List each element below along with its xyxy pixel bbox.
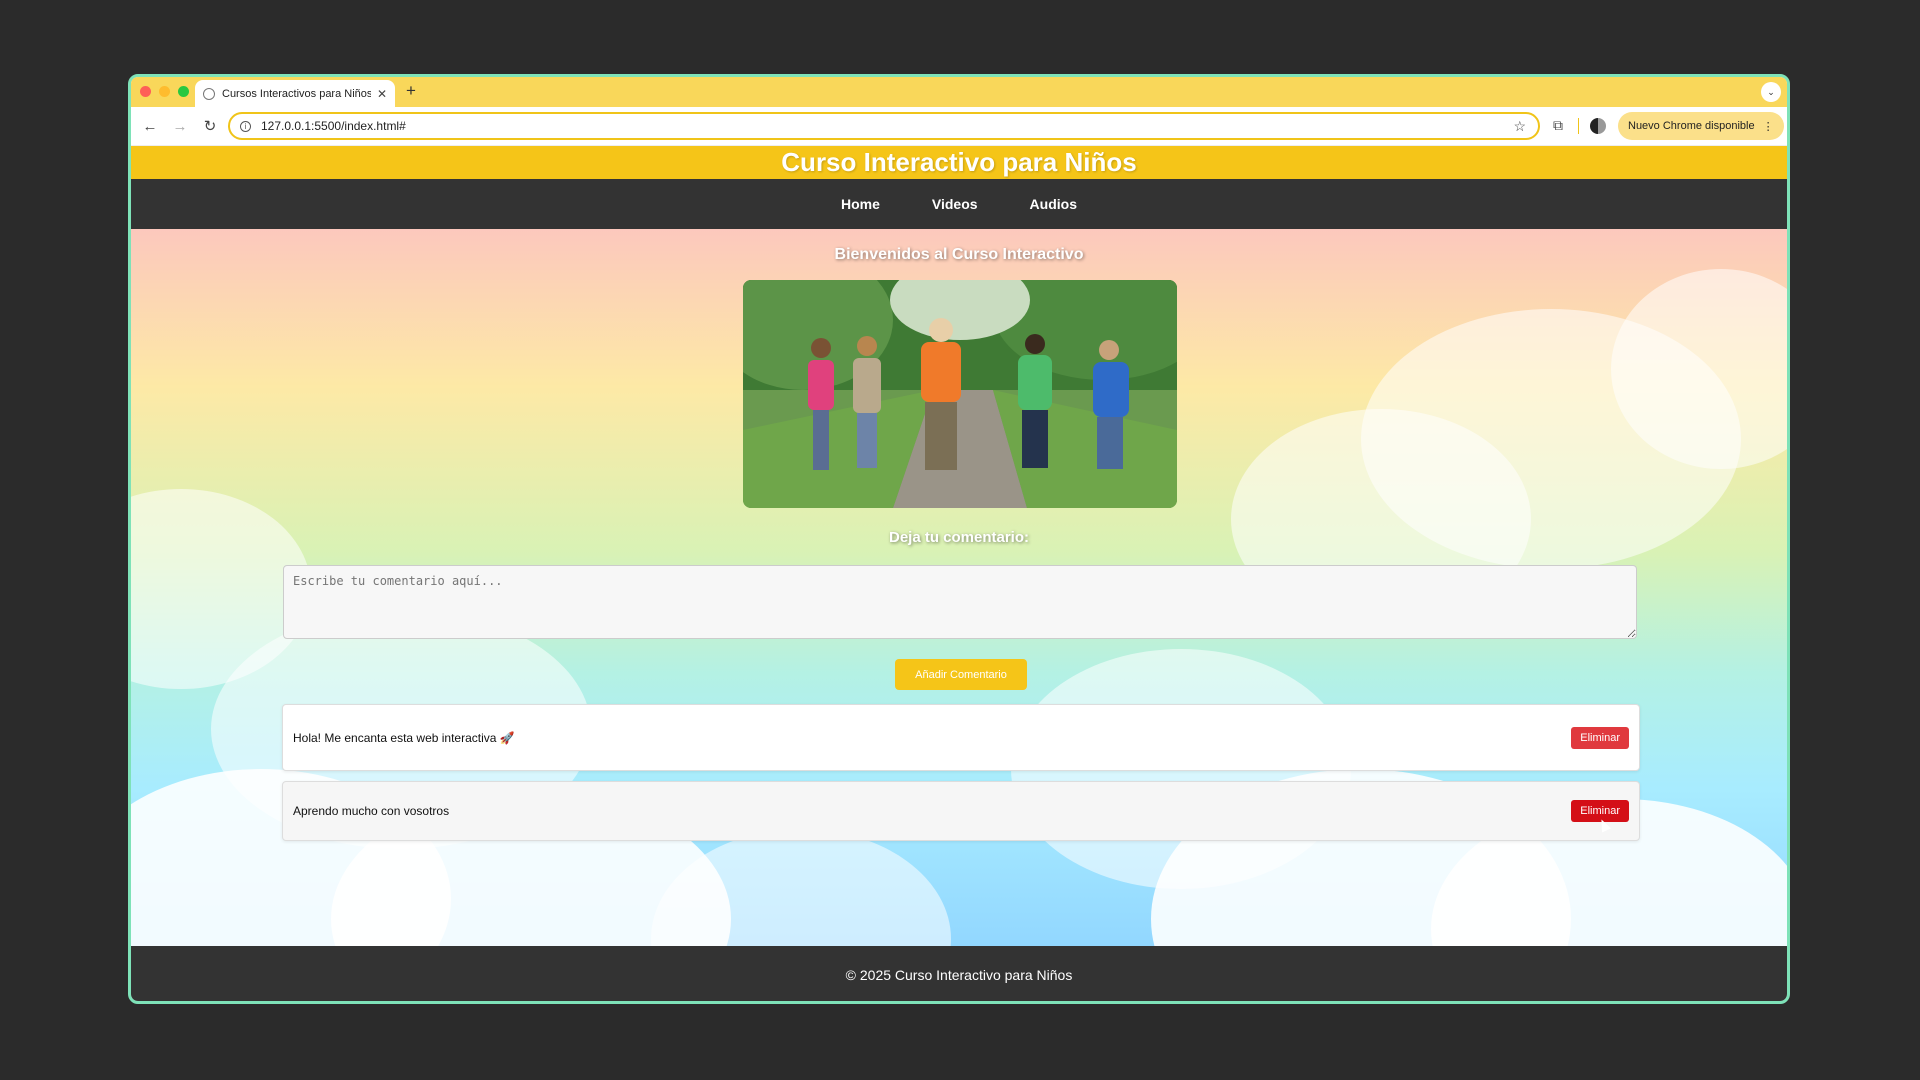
menu-dots-icon[interactable]: ⋮ [1763, 120, 1774, 133]
web-page: Curso Interactivo para Niños Home Videos… [131, 146, 1787, 1001]
site-title: Curso Interactivo para Niños [131, 146, 1787, 179]
comment-item: Aprendo mucho con vosotros Eliminar [282, 781, 1640, 841]
comment-text: Hola! Me encanta esta web interactiva 🚀 [293, 730, 515, 745]
add-comment-button[interactable]: Añadir Comentario [895, 659, 1027, 690]
tab-search-button[interactable]: ⌄ [1761, 82, 1781, 102]
comment-textarea[interactable] [283, 565, 1637, 639]
address-bar[interactable]: i 127.0.0.1:5500/index.html# ☆ [228, 112, 1540, 140]
profile-avatar[interactable] [1590, 118, 1606, 134]
delete-comment-button[interactable]: Eliminar [1571, 726, 1629, 749]
window-controls [140, 86, 189, 97]
info-icon[interactable]: i [240, 120, 251, 132]
close-window-button[interactable] [140, 86, 151, 97]
extensions-icon[interactable]: ⧉ [1553, 117, 1563, 134]
bookmark-star-icon[interactable]: ☆ [1513, 118, 1526, 135]
tab-title: Cursos Interactivos para Niños [222, 87, 371, 100]
chrome-update-button[interactable]: Nuevo Chrome disponible ⋮ [1618, 112, 1784, 140]
comment-item: Hola! Me encanta esta web interactiva 🚀 … [282, 704, 1640, 771]
tab-strip: Cursos Interactivos para Niños ✕ + ⌄ [131, 77, 1787, 107]
welcome-heading: Bienvenidos al Curso Interactivo [834, 246, 1084, 263]
forward-button[interactable]: → [165, 118, 195, 135]
hero-image [743, 280, 1177, 508]
new-tab-button[interactable]: + [406, 81, 416, 101]
toolbar-divider [1578, 118, 1579, 134]
nav-home-link[interactable]: Home [841, 196, 880, 212]
globe-icon [203, 87, 215, 100]
maximize-window-button[interactable] [178, 86, 189, 97]
browser-tab[interactable]: Cursos Interactivos para Niños ✕ [195, 80, 395, 107]
comment-text: Aprendo mucho con vosotros [293, 804, 450, 818]
comment-label: Deja tu comentario: [888, 529, 1030, 546]
reload-button[interactable]: ↻ [195, 117, 225, 135]
url-text[interactable]: 127.0.0.1:5500/index.html# [261, 119, 1513, 133]
delete-comment-button[interactable]: Eliminar [1571, 800, 1629, 822]
site-footer: © 2025 Curso Interactivo para Niños [131, 946, 1787, 1001]
browser-toolbar: ← → ↻ i 127.0.0.1:5500/index.html# ☆ ⧉ N… [131, 107, 1787, 146]
nav-audios-link[interactable]: Audios [1030, 196, 1077, 212]
main-content: Bienvenidos al Curso Interactivo Deja tu… [131, 229, 1787, 946]
browser-window: Cursos Interactivos para Niños ✕ + ⌄ ← →… [128, 74, 1790, 1004]
close-icon[interactable]: ✕ [377, 87, 387, 101]
children-walking-image [743, 280, 1177, 508]
update-label: Nuevo Chrome disponible [1628, 120, 1755, 132]
nav-videos-link[interactable]: Videos [932, 196, 978, 212]
back-button[interactable]: ← [135, 118, 165, 135]
site-nav: Home Videos Audios [131, 179, 1787, 229]
minimize-window-button[interactable] [159, 86, 170, 97]
